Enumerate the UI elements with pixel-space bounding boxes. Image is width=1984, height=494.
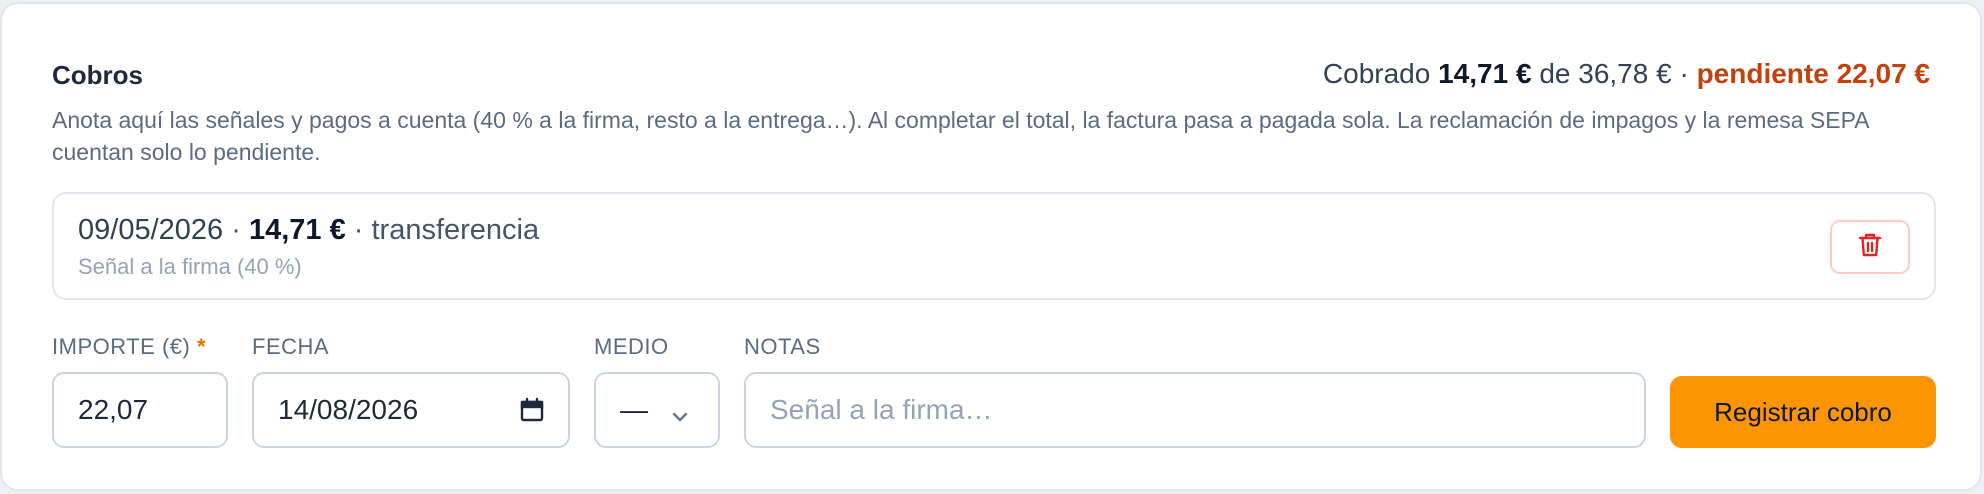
amount-value: 22,07 (78, 394, 149, 425)
collected-amount: 14,71 € (1438, 58, 1532, 89)
method-select[interactable]: — (594, 372, 720, 448)
section-description: Anota aquí las señales y pagos a cuenta … (52, 107, 1869, 165)
payment-amount: 14,71 € (248, 214, 346, 246)
notes-input[interactable]: Señal a la firma… (744, 372, 1646, 448)
required-mark: * (196, 334, 207, 359)
payments-header: Cobros Cobrado 14,71 € de 36,78 € · pend… (52, 58, 1930, 98)
section-title: Cobros (52, 60, 143, 90)
payment-separator: · (231, 214, 249, 246)
calendar-icon[interactable] (518, 396, 546, 431)
amount-input[interactable]: 22,07 (52, 372, 228, 448)
total-amount: 36,78 € (1578, 58, 1672, 89)
date-value: 14/08/2026 (278, 394, 419, 425)
payment-summary-line: 09/05/2026 · 14,71 € · transferencia (78, 214, 539, 247)
method-label: MEDIO (594, 334, 669, 359)
register-payment-button[interactable]: Registrar cobro (1670, 376, 1936, 448)
notes-placeholder: Señal a la firma… (770, 394, 993, 425)
method-value: — (620, 394, 648, 425)
date-label: FECHA (252, 334, 330, 359)
payment-summary: Cobrado 14,71 € de 36,78 € · pendiente 2… (1323, 58, 1930, 90)
chevron-down-icon (670, 402, 690, 434)
date-input[interactable]: 14/08/2026 (252, 372, 570, 448)
payments-card: Cobros Cobrado 14,71 € de 36,78 € · pend… (0, 2, 1982, 491)
delete-payment-button[interactable] (1830, 220, 1910, 274)
payment-note: Señal a la firma (40 %) (78, 254, 302, 279)
of-label: de (1539, 58, 1571, 89)
summary-separator: · (1679, 58, 1689, 89)
payment-item: 09/05/2026 · 14,71 € · transferencia Señ… (52, 192, 1936, 300)
payment-date: 09/05/2026 (78, 214, 224, 246)
pending-amount: pendiente 22,07 € (1696, 58, 1930, 89)
payment-method: transferencia (371, 214, 540, 246)
notes-label: NOTAS (744, 334, 821, 359)
amount-label: IMPORTE (€) * (52, 334, 206, 360)
amount-label-text: IMPORTE (€) (52, 334, 191, 359)
trash-icon (1858, 232, 1882, 263)
payment-separator: · (353, 214, 372, 246)
collected-label: Cobrado (1322, 58, 1431, 89)
